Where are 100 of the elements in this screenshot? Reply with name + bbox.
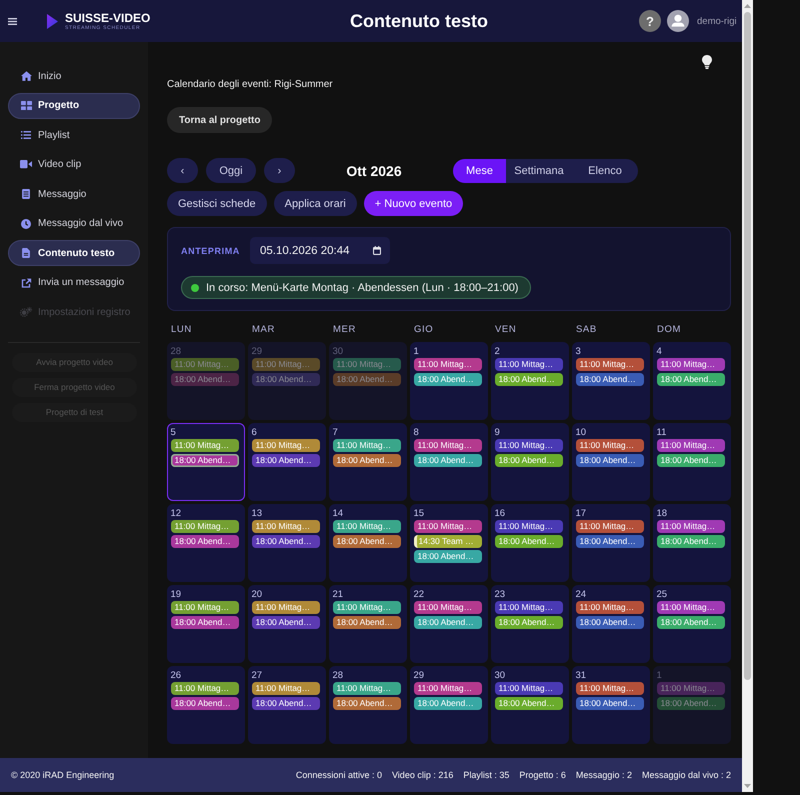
event-chip[interactable]: 11:00 Mittag… [170,601,238,614]
day-cell[interactable]: 7 11:00 Mittag… 18:00 Abend… [329,423,407,501]
event-chip[interactable]: 11:00 Mittag… [252,520,320,533]
user-name[interactable]: demo-rigi [697,16,737,26]
day-cell[interactable]: 10 11:00 Mittag… 18:00 Abend… [572,423,650,501]
back-button[interactable]: Torna al progetto [167,107,272,133]
event-chip[interactable]: 11:00 Mittag… [414,682,482,695]
day-cell[interactable]: 29 11:00 Mittag… 18:00 Abend… [410,666,488,744]
event-chip[interactable]: 11:00 Mittag… [252,439,320,452]
day-cell[interactable]: 27 11:00 Mittag… 18:00 Abend… [248,666,326,744]
sidebar-item[interactable]: Messaggio [8,181,140,207]
event-chip[interactable]: 11:00 Mittag… [414,520,482,533]
previous-button[interactable]: ‹ [167,158,198,183]
event-chip[interactable]: 18:00 Abend… [576,373,644,386]
event-chip[interactable]: 18:00 Abend… [576,535,644,548]
day-cell[interactable]: 2 11:00 Mittag… 18:00 Abend… [491,342,569,420]
event-chip[interactable]: 18:00 Abend… [576,616,644,629]
event-chip[interactable]: 11:00 Mittag… [656,439,724,452]
day-cell[interactable]: 28 11:00 Mittag… 18:00 Abend… [167,342,245,420]
sidebar-item[interactable]: Messaggio dal vivo [8,210,140,236]
new-event-button[interactable]: + Nuovo evento [364,191,464,216]
event-chip[interactable]: 11:00 Mittag… [576,358,644,371]
view-tab[interactable]: Elenco [572,158,638,182]
day-cell[interactable]: 28 11:00 Mittag… 18:00 Abend… [329,666,407,744]
apply-times-button[interactable]: Applica orari [274,191,357,216]
event-chip[interactable]: 18:00 Abend… [576,454,644,467]
event-chip[interactable]: 11:00 Mittag… [414,358,482,371]
day-cell[interactable]: 13 11:00 Mittag… 18:00 Abend… [248,504,326,582]
event-chip[interactable]: 18:00 Abend… [252,697,320,710]
event-chip[interactable]: 11:00 Mittag… [170,682,238,695]
sidebar-item[interactable]: Inizio [8,63,140,89]
lightbulb-icon[interactable] [702,55,712,69]
event-chip[interactable]: 18:00 Abend… [170,616,238,629]
day-cell[interactable]: 1 11:00 Mittag… 18:00 Abend… [653,666,731,744]
event-chip[interactable]: 11:00 Mittag… [332,520,400,533]
help-button[interactable]: ? [639,10,661,32]
event-chip[interactable]: 11:00 Mittag… [576,682,644,695]
event-chip[interactable]: 11:00 Mittag… [332,439,400,452]
day-cell[interactable]: 9 11:00 Mittag… 18:00 Abend… [491,423,569,501]
event-chip[interactable]: 11:00 Mittag… [656,601,724,614]
event-chip[interactable]: 18:00 Abend… [656,616,724,629]
event-chip[interactable]: 11:00 Mittag… [332,601,400,614]
day-cell[interactable]: 23 11:00 Mittag… 18:00 Abend… [491,585,569,663]
event-chip[interactable]: 11:00 Mittag… [576,439,644,452]
event-chip[interactable]: 11:00 Mittag… [494,682,562,695]
event-chip[interactable]: 18:00 Abend… [576,697,644,710]
event-chip[interactable]: 11:00 Mittag… [170,520,238,533]
sidebar-item[interactable]: Contenuto testo [8,240,140,266]
day-cell[interactable]: 12 11:00 Mittag… 18:00 Abend… [167,504,245,582]
event-chip[interactable]: 18:00 Abend… [414,616,482,629]
event-chip[interactable]: 18:00 Abend… [170,454,238,467]
event-chip[interactable]: 11:00 Mittag… [656,358,724,371]
event-chip[interactable]: 11:00 Mittag… [494,439,562,452]
day-cell[interactable]: 25 11:00 Mittag… 18:00 Abend… [653,585,731,663]
view-tab[interactable]: Settimana [506,158,572,182]
day-cell[interactable]: 15 11:00 Mittag… 14:30 Team … 18:00 Abend… [410,504,488,582]
event-chip[interactable]: 18:00 Abend… [252,616,320,629]
event-chip[interactable]: 11:00 Mittag… [576,601,644,614]
day-cell[interactable]: 30 11:00 Mittag… 18:00 Abend… [329,342,407,420]
event-chip[interactable]: 18:00 Abend… [170,373,238,386]
event-chip[interactable]: 18:00 Abend… [414,697,482,710]
event-chip[interactable]: 18:00 Abend… [332,454,400,467]
day-cell[interactable]: 22 11:00 Mittag… 18:00 Abend… [410,585,488,663]
event-chip[interactable]: 18:00 Abend… [252,373,320,386]
event-chip[interactable]: 18:00 Abend… [414,454,482,467]
day-cell[interactable]: 18 11:00 Mittag… 18:00 Abend… [653,504,731,582]
event-chip[interactable]: 11:00 Mittag… [656,520,724,533]
event-chip[interactable]: 11:00 Mittag… [656,682,724,695]
event-chip[interactable]: 11:00 Mittag… [494,358,562,371]
event-chip[interactable]: 11:00 Mittag… [494,520,562,533]
event-chip[interactable]: 18:00 Abend… [332,373,400,386]
menu-icon[interactable] [8,18,17,24]
event-chip[interactable]: 18:00 Abend… [332,697,400,710]
event-chip[interactable]: 11:00 Mittag… [576,520,644,533]
day-cell[interactable]: 30 11:00 Mittag… 18:00 Abend… [491,666,569,744]
day-cell[interactable]: 6 11:00 Mittag… 18:00 Abend… [248,423,326,501]
calendar-icon[interactable] [373,246,381,255]
sidebar-item[interactable]: Invia un messaggio [8,270,140,296]
scrollbar-thumb[interactable] [744,12,751,680]
event-chip[interactable]: 18:00 Abend… [414,550,482,563]
day-cell[interactable]: 31 11:00 Mittag… 18:00 Abend… [572,666,650,744]
datetime-field[interactable]: 05.10.2026 20:44 [250,237,390,264]
event-chip[interactable]: 18:00 Abend… [252,454,320,467]
day-cell[interactable]: 17 11:00 Mittag… 18:00 Abend… [572,504,650,582]
day-cell[interactable]: 16 11:00 Mittag… 18:00 Abend… [491,504,569,582]
event-chip[interactable]: 11:00 Mittag… [332,682,400,695]
sidebar-item[interactable]: Video clip [8,152,140,178]
event-chip[interactable]: 11:00 Mittag… [494,601,562,614]
event-chip[interactable]: 11:00 Mittag… [414,601,482,614]
event-chip[interactable]: 11:00 Mittag… [252,682,320,695]
event-chip[interactable]: 11:00 Mittag… [414,439,482,452]
day-cell[interactable]: 5 11:00 Mittag… 18:00 Abend… [167,423,245,501]
day-cell[interactable]: 1 11:00 Mittag… 18:00 Abend… [410,342,488,420]
today-button[interactable]: Oggi [206,158,256,183]
manage-tabs-button[interactable]: Gestisci schede [167,191,267,216]
day-cell[interactable]: 26 11:00 Mittag… 18:00 Abend… [167,666,245,744]
event-chip[interactable]: 18:00 Abend… [414,373,482,386]
day-cell[interactable]: 3 11:00 Mittag… 18:00 Abend… [572,342,650,420]
day-cell[interactable]: 24 11:00 Mittag… 18:00 Abend… [572,585,650,663]
view-tab[interactable]: Mese [453,158,506,182]
